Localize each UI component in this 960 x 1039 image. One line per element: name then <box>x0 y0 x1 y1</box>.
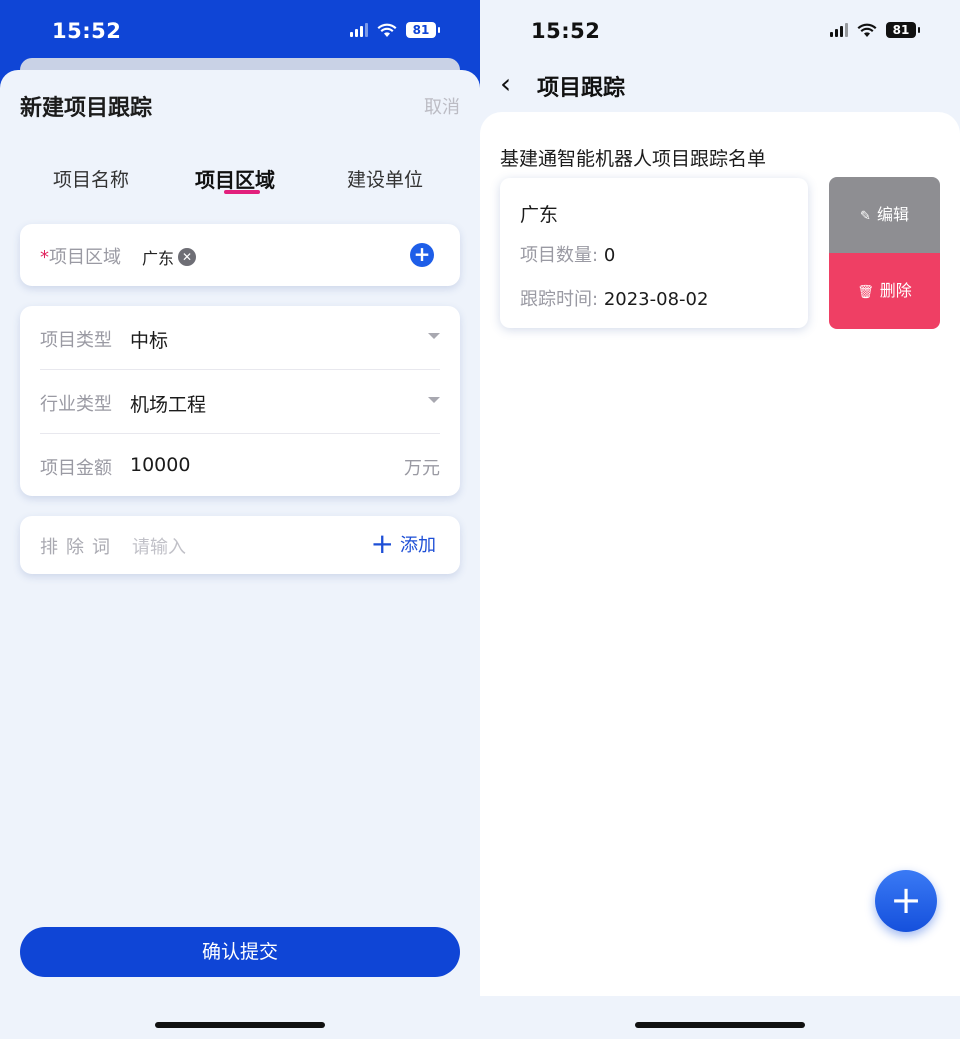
time-label: 跟踪时间: <box>520 289 599 310</box>
region-label: *项目区域 <box>40 243 121 269</box>
status-icons: 81 <box>350 22 440 38</box>
delete-label: 删除 <box>879 281 912 300</box>
item-region: 广东 <box>520 204 559 226</box>
new-tracking-sheet: 新建项目跟踪 取消 项目名称 项目区域 建设单位 *项目区域 广东 ✕ + 项目… <box>0 70 480 1039</box>
region-chip-label: 广东 <box>142 249 175 268</box>
bottom-area <box>480 996 960 1039</box>
status-icons: 81 <box>830 22 920 38</box>
signal-icon <box>830 23 848 37</box>
status-bar: 15:52 81 <box>480 0 960 62</box>
count-label: 项目数量: <box>520 245 599 266</box>
amount-input[interactable]: 10000 <box>130 454 190 476</box>
field-label: 项目类型 <box>40 330 112 351</box>
region-card: *项目区域 广东 ✕ + <box>20 224 460 286</box>
field-value: 机场工程 <box>130 394 207 416</box>
sheet-title: 新建项目跟踪 <box>20 96 153 121</box>
field-label: 项目金额 <box>40 458 112 479</box>
status-time: 15:52 <box>531 19 601 43</box>
back-chevron-icon[interactable]: ‹ <box>500 70 511 98</box>
battery-icon: 81 <box>406 22 440 38</box>
tab-bar: 项目名称 项目区域 建设单位 <box>0 165 480 205</box>
submit-button[interactable]: 确认提交 <box>20 927 460 977</box>
exclude-label: 排除词 <box>40 537 118 558</box>
fab-plus-icon[interactable]: + <box>875 870 937 932</box>
status-time: 15:52 <box>52 19 122 43</box>
right-screen: 15:52 81 ‹ 项目跟踪 基建通智能机器人项目跟踪名单 广东 项目数量: … <box>480 0 960 1039</box>
edit-label: 编辑 <box>876 205 909 224</box>
required-mark: * <box>40 247 49 268</box>
delete-button[interactable]: 🗑 删除 <box>829 253 940 329</box>
home-indicator <box>635 1022 805 1028</box>
list-title: 基建通智能机器人项目跟踪名单 <box>500 148 767 170</box>
add-exclude-label: 添加 <box>400 535 436 556</box>
plus-icon: + <box>370 527 394 560</box>
project-info-card: 项目类型 中标 行业类型 机场工程 项目金额 10000 万元 <box>20 306 460 496</box>
item-time: 跟踪时间: 2023-08-02 <box>520 285 708 311</box>
item-count: 项目数量: 0 <box>520 241 615 267</box>
exclude-words-card: 排除词 请输入 + 添加 <box>20 516 460 574</box>
exclude-input[interactable]: 请输入 <box>132 533 186 559</box>
project-type-select[interactable]: 项目类型 中标 <box>40 306 440 369</box>
wifi-icon <box>377 23 397 37</box>
active-tab-indicator <box>224 190 260 194</box>
clear-chip-icon[interactable]: ✕ <box>178 248 197 266</box>
page-title: 项目跟踪 <box>537 76 626 101</box>
field-value: 中标 <box>130 330 169 352</box>
tab-construction-unit[interactable]: 建设单位 <box>347 165 423 192</box>
cancel-button[interactable]: 取消 <box>424 93 460 119</box>
amount-unit: 万元 <box>404 458 440 479</box>
time-value: 2023-08-02 <box>603 289 709 310</box>
status-bar: 15:52 81 <box>0 0 480 62</box>
tracking-list-panel: 基建通智能机器人项目跟踪名单 广东 项目数量: 0 跟踪时间: 2023-08-… <box>480 112 960 996</box>
field-label: 行业类型 <box>40 394 112 415</box>
add-circle-icon[interactable]: + <box>410 243 434 267</box>
home-indicator <box>155 1022 325 1028</box>
industry-type-select[interactable]: 行业类型 机场工程 <box>40 370 440 433</box>
dropdown-caret-icon <box>428 333 440 339</box>
add-exclude-button[interactable]: + 添加 <box>370 527 436 560</box>
battery-icon: 81 <box>886 22 920 38</box>
edit-button[interactable]: ✎ 编辑 <box>829 177 940 253</box>
tab-project-region[interactable]: 项目区域 <box>195 164 275 193</box>
wifi-icon <box>857 23 877 37</box>
list-item[interactable]: 广东 项目数量: 0 跟踪时间: 2023-08-02 <box>500 178 808 328</box>
project-amount-field[interactable]: 项目金额 10000 万元 <box>40 434 440 497</box>
left-screen: 15:52 81 新建项目跟踪 取消 项目名称 项目区域 建设单位 *项目区域 <box>0 0 480 1039</box>
region-label-text: 项目区域 <box>49 247 121 268</box>
region-chip[interactable]: 广东 ✕ <box>142 245 197 269</box>
tab-project-name[interactable]: 项目名称 <box>53 165 129 192</box>
pencil-icon: ✎ <box>860 209 871 224</box>
trash-icon: 🗑 <box>857 285 874 300</box>
count-value: 0 <box>603 245 616 266</box>
dropdown-caret-icon <box>428 397 440 403</box>
signal-icon <box>350 23 368 37</box>
